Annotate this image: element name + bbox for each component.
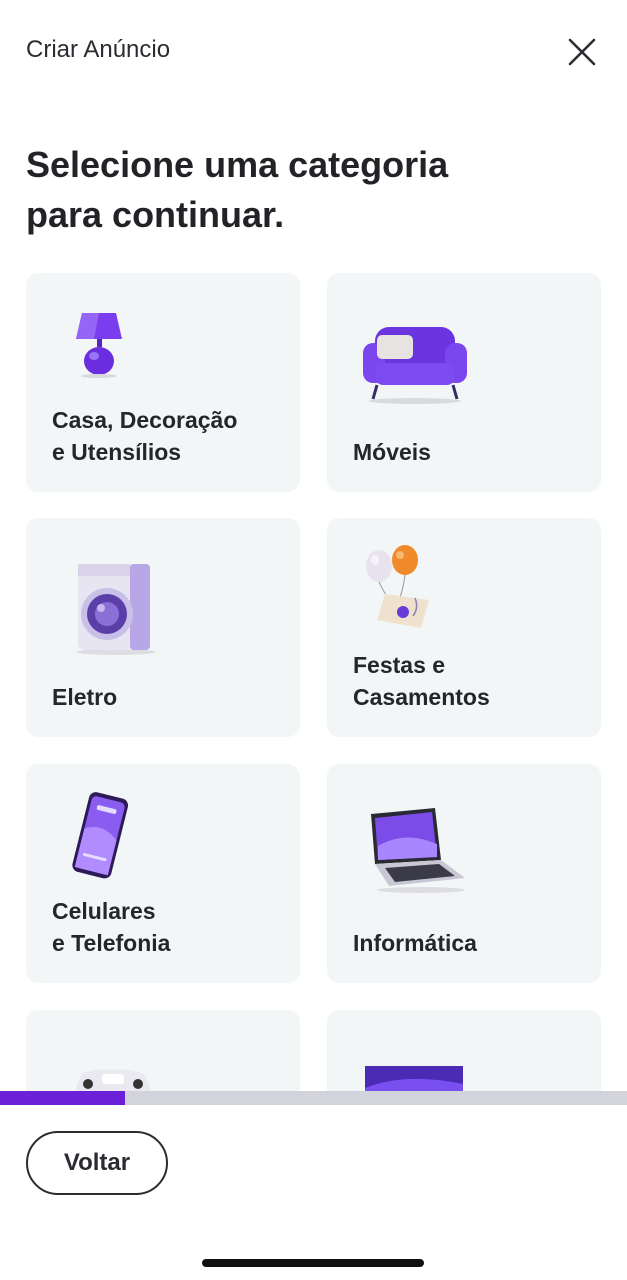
category-label: Casa, Decoração e Utensílios [52,407,238,465]
category-card-informatica[interactable]: Informática [327,764,601,983]
laptop-icon [371,808,465,893]
progress-fill [0,1091,126,1105]
category-card-casa[interactable]: Casa, Decoração e Utensílios [26,273,300,492]
home-indicator [202,1259,424,1267]
category-card-eletro[interactable]: Eletro [26,518,300,737]
footer: Voltar [0,1105,627,1280]
smartphone-icon [72,792,129,879]
game-controller-icon [75,1069,151,1091]
category-label: Eletro [52,684,118,710]
washing-machine-icon [76,564,156,655]
category-label: Informática [353,930,477,956]
lamp-icon [76,313,122,378]
category-grid: Casa, Decoração e Utensílios Móveis Elet… [0,0,627,1091]
balloons-icon [366,545,429,628]
armchair-icon [363,327,467,404]
back-button[interactable]: Voltar [26,1131,168,1195]
category-label: Festas e Casamentos [353,652,490,710]
category-card-celulares[interactable]: Celulares e Telefonia [26,764,300,983]
category-card-moveis[interactable]: Móveis [327,273,601,492]
category-card-games[interactable] [26,1010,300,1091]
category-label: Móveis [353,439,431,465]
progress-bar [0,1091,627,1105]
category-card-festas[interactable]: Festas e Casamentos [327,518,601,737]
category-label: Celulares e Telefonia [52,898,171,956]
tv-icon [365,1066,463,1091]
category-card-tv[interactable] [327,1010,601,1091]
